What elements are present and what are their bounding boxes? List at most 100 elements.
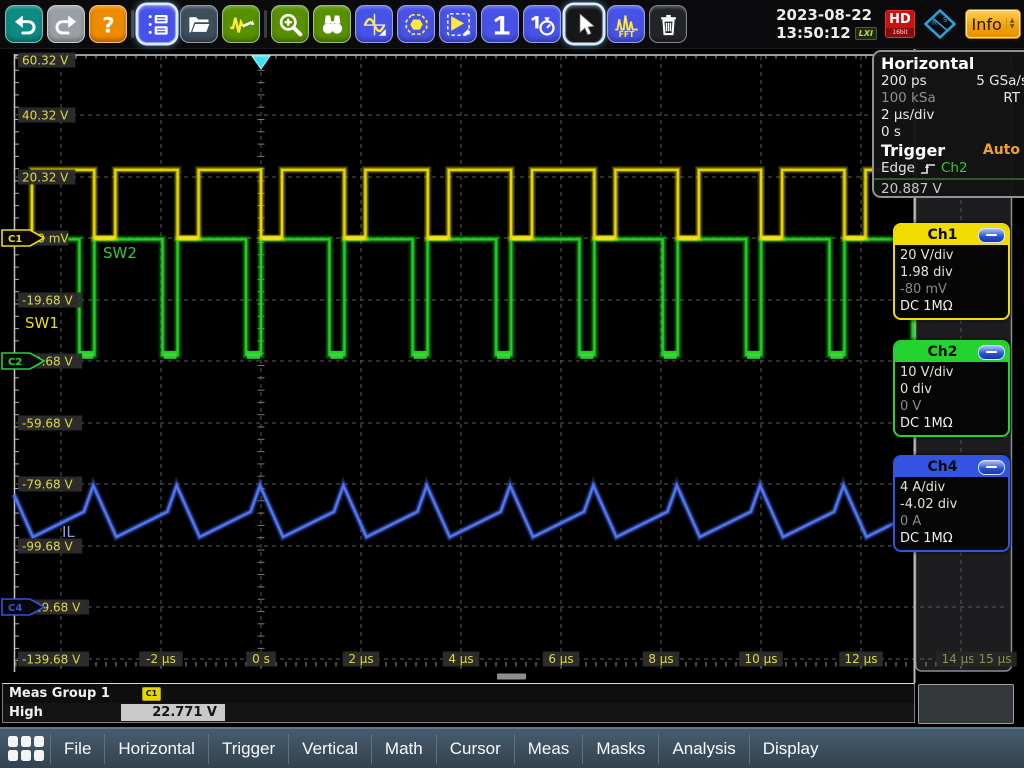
channel-widget-ch1[interactable]: Ch1 20 V/div1.98 div-80 mVDC 1MΩ [893,223,1010,320]
svg-text:C4: C4 [8,603,22,614]
search-icon[interactable] [313,5,351,43]
vertical-measure-icon[interactable] [481,5,519,43]
channel-header: Ch4 [895,457,1008,477]
hd-mode-badge: HD 16bit [885,10,915,38]
trigger-mode-value: Auto [983,141,1020,160]
trigger-type-value: Edge [881,160,915,177]
svg-text:-99.68 V: -99.68 V [22,540,73,554]
minimize-button[interactable] [978,460,1005,475]
toolbar-icons: ? FFT [5,5,687,43]
channel-scale: 10 V/div [900,364,1003,381]
svg-text:14 µs: 14 µs [942,652,975,666]
measurement-row: High 22.771 V [3,703,914,722]
open-file-icon[interactable] [180,5,218,43]
svg-text:IL: IL [62,523,75,541]
timer-icon[interactable] [523,5,561,43]
menu-item-vertical[interactable]: Vertical [288,734,371,764]
hd-label: HD [886,11,914,28]
time-text: 13:50:12 [776,24,851,42]
channel-offset: 0 A [900,513,1003,530]
redo-icon[interactable] [47,5,85,43]
menu-item-trigger[interactable]: Trigger [208,734,288,764]
svg-text:?: ? [102,13,114,38]
channel-readout: 10 V/div0 div0 VDC 1MΩ [895,362,1008,435]
svg-text:40.32 V: 40.32 V [22,109,69,123]
svg-text:SW1: SW1 [25,314,59,332]
help-icon[interactable]: ? [89,5,127,43]
menu-item-masks[interactable]: Masks [582,734,658,764]
axes [14,48,1006,683]
svg-text:SW2: SW2 [103,244,137,262]
minimize-button[interactable] [978,228,1005,243]
toolbar-separator [131,10,134,38]
mask-test-icon[interactable] [397,5,435,43]
channel-title: Ch1 [895,227,978,243]
svg-text:4 µs: 4 µs [448,652,473,666]
channel-readout: 20 V/div1.98 div-80 mVDC 1MΩ [895,245,1008,318]
brand-logo-icon: R S [923,8,957,40]
channel-coupling: DC 1MΩ [900,530,1003,547]
time-scale-labels: -2 µs0 s2 µs4 µs6 µs8 µs10 µs12 µs14 µs1… [139,652,1017,667]
svg-text:-19.68 V: -19.68 V [22,294,73,308]
acquisition-mode-value: RT [1003,90,1020,107]
horizontal-position-value: 0 s [881,124,901,141]
channel-title: Ch2 [895,344,978,360]
menu-item-file[interactable]: File [50,734,104,764]
trigger-level-value: 20.887 V [881,181,1024,198]
horizontal-panel[interactable]: Horizontal 200 ps 5 GSa/s 100 kSa RT 2 µ… [872,50,1024,198]
waveform-ch4-il [14,486,913,538]
trigger-position-marker[interactable] [252,56,270,69]
channel-header: Ch2 [895,342,1008,362]
lxi-badge: LXI [855,27,877,40]
app-menu-button[interactable] [8,736,44,761]
channel-coupling: DC 1MΩ [900,298,1003,315]
channel-header: Ch1 [895,225,1008,245]
measurement-group-title: Meas Group 1 [9,686,110,701]
info-button[interactable]: Info ▲▼ [965,9,1021,39]
menu-item-horizontal[interactable]: Horizontal [104,734,208,764]
zoom-in-icon[interactable] [271,5,309,43]
rising-edge-icon [920,162,936,175]
channel-scale: 20 V/div [900,247,1003,264]
measurement-name: High [9,705,121,720]
channel-widget-ch4[interactable]: Ch4 4 A/div-4.02 div0 ADC 1MΩ [893,455,1010,552]
delete-icon[interactable] [649,5,687,43]
menu-item-display[interactable]: Display [749,734,832,764]
resolution-value: 200 ps [881,73,927,90]
measurement-panel[interactable]: Meas Group 1 C1 High 22.771 V [2,683,915,723]
math-waveform-icon[interactable] [355,5,393,43]
fft-icon[interactable]: FFT [607,5,645,43]
dialog-settings-icon[interactable] [138,5,176,43]
channel-offset: 0 V [900,398,1003,415]
channel-scale: 4 A/div [900,479,1003,496]
svg-text:0 s: 0 s [252,652,270,666]
horizontal-scroll-thumb[interactable] [497,674,526,680]
trigger-source-value: Ch2 [941,160,968,177]
channel-offset: -80 mV [900,281,1003,298]
undo-icon[interactable] [5,5,43,43]
menu-items: FileHorizontalTriggerVerticalMathCursorM… [50,734,832,764]
channel-widget-ch2[interactable]: Ch2 10 V/div0 div0 VDC 1MΩ [893,340,1010,437]
menu-item-meas[interactable]: Meas [514,734,583,764]
minimize-button[interactable] [978,345,1005,360]
menu-item-cursor[interactable]: Cursor [436,734,514,764]
svg-text:R: R [932,19,937,27]
record-length-value: 100 kSa [881,90,936,107]
svg-text:-59.68 V: -59.68 V [22,417,73,431]
menu-item-analysis[interactable]: Analysis [658,734,748,764]
info-label: Info [972,15,1002,34]
reference-flag-icon[interactable] [439,5,477,43]
menu-item-math[interactable]: Math [371,734,436,764]
cursor-select-icon[interactable] [565,5,603,43]
measurement-value: 22.771 V [121,704,225,721]
annotate-signal-icon[interactable] [222,5,260,43]
svg-text:S: S [943,16,948,24]
horizontal-title: Horizontal [881,54,1024,73]
measurement-source-badge: C1 [142,687,161,701]
svg-text:6 µs: 6 µs [548,652,573,666]
hd-bits-label: 16bit [886,28,914,37]
svg-text:2 µs: 2 µs [348,652,373,666]
channel-position: 1.98 div [900,264,1003,281]
channel-position: -4.02 div [900,496,1003,513]
datetime-display: 2023-08-22 13:50:12 LXI [776,6,877,42]
